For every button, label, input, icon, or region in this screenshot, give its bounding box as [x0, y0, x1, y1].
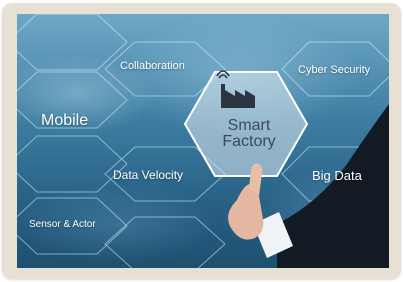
label-factory: Factory	[222, 133, 276, 150]
label-smart-factory: Smart Factory	[213, 118, 285, 150]
label-mobile: Mobile	[41, 112, 89, 129]
label-big-data: Big Data	[312, 168, 362, 183]
label-sensor-actor: Sensor & Actor	[29, 219, 96, 230]
label-cyber-security: Cyber Security	[298, 64, 371, 76]
label-collaboration: Collaboration	[120, 60, 185, 72]
label-data-velocity: Data Velocity	[113, 168, 184, 182]
label-smart: Smart	[227, 117, 271, 134]
smart-factory-photo: Collaboration Cyber Security Mobile Smar…	[17, 14, 389, 268]
